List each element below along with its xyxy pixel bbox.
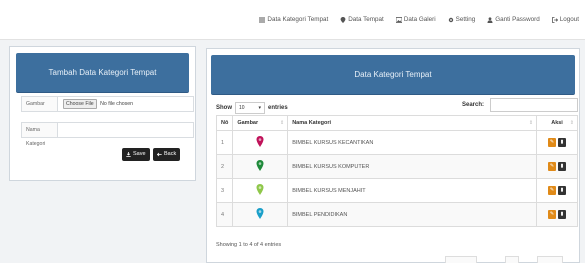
row-actions: ✎ ▮: [536, 154, 578, 179]
panel-title: Data Kategori Tempat: [211, 55, 575, 95]
no-file-text: No file chosen: [100, 101, 134, 107]
gambar-label: Gambar: [22, 97, 58, 111]
gambar-row: Gambar Choose File No file chosen: [21, 96, 194, 112]
nav-setting[interactable]: Setting: [448, 16, 476, 23]
entries-value: 10: [239, 105, 245, 111]
column-header-nama-kategori[interactable]: Nama Kategori ⇕: [287, 115, 538, 131]
search-control: Search:: [462, 98, 578, 112]
sort-icon: ⇕: [280, 120, 285, 126]
row-category-name: BIMBEL KURSUS KECANTIKAN: [287, 130, 538, 155]
row-category-name: BIMBEL KURSUS MENJAHIT: [287, 178, 538, 203]
nav-data-galeri[interactable]: Data Galeri: [395, 16, 436, 23]
row-number: 3: [215, 178, 234, 203]
entries-label: entries: [268, 105, 288, 111]
row-image: [232, 202, 289, 227]
nav-label: Data Kategori Tempat: [267, 16, 329, 23]
nav-label: Ganti Password: [495, 16, 540, 23]
row-category-name: BIMBEL KURSUS KOMPUTER: [287, 154, 538, 179]
row-actions: ✎ ▮: [536, 202, 578, 227]
back-button[interactable]: Back: [153, 148, 181, 161]
save-label: Save: [133, 151, 146, 157]
map-pin-icon: [256, 184, 264, 195]
page-1-button[interactable]: [505, 256, 519, 263]
column-header-gambar[interactable]: Gambar ⇕: [232, 115, 289, 131]
sort-icon: ⇕: [569, 120, 574, 126]
edit-icon[interactable]: ✎: [548, 186, 557, 195]
file-input[interactable]: Choose File No file chosen: [59, 97, 193, 111]
top-navbar: Data Kategori Tempat Data Tempat Data Ga…: [0, 0, 585, 40]
nav-menu: Data Kategori Tempat Data Tempat Data Ga…: [259, 16, 579, 23]
column-header-no[interactable]: Nō: [215, 115, 234, 131]
map-marker-icon: [340, 16, 346, 23]
row-number: 1: [215, 130, 234, 155]
search-input[interactable]: [490, 98, 578, 112]
list-icon: [259, 17, 266, 22]
nav-label: Setting: [455, 16, 476, 23]
back-label: Back: [164, 151, 177, 157]
row-actions: ✎ ▮: [536, 130, 578, 155]
nav-label: Data Tempat: [348, 16, 384, 23]
delete-icon[interactable]: ▮: [558, 186, 567, 195]
nav-data-kategori-tempat[interactable]: Data Kategori Tempat: [259, 16, 328, 23]
nama-kategori-input[interactable]: [59, 123, 193, 137]
delete-icon[interactable]: ▮: [558, 162, 567, 171]
entries-select[interactable]: 10 ▾: [235, 102, 265, 114]
next-page-button[interactable]: [537, 256, 563, 263]
row-image: [232, 130, 289, 155]
nav-label: Logout: [559, 16, 579, 23]
table-controls: Show 10 ▾ entries Search:: [216, 98, 578, 114]
panel-title: Tambah Data Kategori Tempat: [16, 53, 189, 93]
nama-kategori-row: Nama Kategori: [21, 122, 194, 147]
sort-icon: ⇕: [528, 120, 534, 126]
table-header-row: Nō Gambar ⇕ Nama Kategori ⇕ Aksi ⇕: [215, 115, 578, 131]
nama-kategori-label: Nama Kategori: [22, 123, 58, 147]
gear-icon: [448, 17, 453, 22]
map-pin-icon: [256, 160, 264, 171]
row-category-name: BIMBEL PENDIDIKAN: [287, 202, 538, 227]
save-button[interactable]: Save: [122, 148, 150, 161]
logout-icon: [551, 16, 558, 23]
save-icon: [126, 152, 131, 157]
row-actions: ✎ ▮: [536, 178, 578, 203]
category-table-panel: Data Kategori Tempat Show 10 ▾ entries S…: [206, 48, 580, 263]
edit-icon[interactable]: ✎: [548, 162, 557, 171]
map-pin-icon: [256, 208, 264, 219]
chevron-down-icon: ▾: [258, 105, 261, 111]
image-icon: [395, 16, 402, 23]
length-control: Show 10 ▾ entries: [216, 102, 288, 114]
table-row: 3 BIMBEL KURSUS MENJAHIT ✎ ▮: [215, 178, 578, 203]
nav-logout[interactable]: Logout: [551, 16, 579, 23]
previous-page-button[interactable]: [445, 256, 477, 263]
user-icon: [487, 16, 493, 23]
row-number: 2: [215, 154, 234, 179]
show-label: Show: [216, 105, 232, 111]
row-image: [232, 178, 289, 203]
delete-icon[interactable]: ▮: [558, 138, 567, 147]
delete-icon[interactable]: ▮: [558, 210, 567, 219]
column-header-aksi[interactable]: Aksi ⇕: [536, 115, 578, 131]
edit-icon[interactable]: ✎: [548, 138, 557, 147]
add-category-panel: Tambah Data Kategori Tempat Gambar Choos…: [9, 46, 196, 181]
nav-ganti-password[interactable]: Ganti Password: [487, 16, 540, 23]
choose-file-button[interactable]: Choose File: [63, 99, 97, 109]
table-row: 1 BIMBEL KURSUS KECANTIKAN ✎ ▮: [215, 130, 578, 155]
table-row: 4 BIMBEL PENDIDIKAN ✎ ▮: [215, 202, 578, 227]
table-info: Showing 1 to 4 of 4 entries: [216, 242, 282, 248]
row-number: 4: [215, 202, 234, 227]
table-row: 2 BIMBEL KURSUS KOMPUTER ✎ ▮: [215, 154, 578, 179]
nav-data-tempat[interactable]: Data Tempat: [340, 16, 384, 23]
map-pin-icon: [256, 136, 264, 147]
arrow-left-icon: [157, 152, 162, 157]
category-table: Nō Gambar ⇕ Nama Kategori ⇕ Aksi ⇕ 1 BIMBEL…: [215, 115, 578, 227]
nav-label: Data Galeri: [403, 16, 436, 23]
row-image: [232, 154, 289, 179]
edit-icon[interactable]: ✎: [548, 210, 557, 219]
search-label: Search:: [461, 102, 484, 108]
